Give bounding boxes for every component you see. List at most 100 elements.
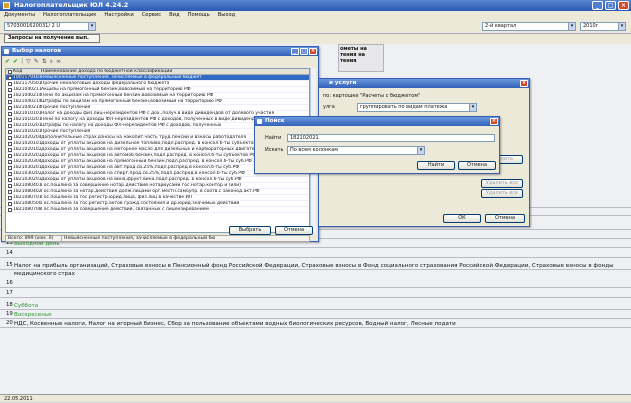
maximize-icon[interactable]: □ [605,1,616,10]
tax-name: Гос.пошлина за нотар.действия долж.лицам… [41,189,260,194]
maximize-icon[interactable]: □ [300,48,308,55]
row-number: 16 [6,280,13,286]
remove-all-button-2[interactable]: Удалить все [481,189,523,198]
row-checkbox[interactable] [6,189,13,194]
menu-help[interactable]: Помощь [188,11,210,20]
minimize-icon[interactable]: _ [592,1,603,10]
grouping-select[interactable]: группировать по видам платежа ▾ [357,103,477,112]
row-checkbox[interactable] [6,171,13,176]
row-checkbox[interactable] [6,99,13,104]
row-checkbox[interactable] [6,117,13,122]
row-checkbox[interactable] [6,105,13,110]
close-icon[interactable]: × [490,118,498,125]
menu-settings[interactable]: Настройки [104,11,133,20]
row-checkbox[interactable] [6,123,13,128]
row-checkbox[interactable] [6,147,13,152]
where-value: По всем колонкам [290,147,339,153]
find-icon[interactable]: ⌕ [50,58,53,66]
row-text[interactable]: Налог на прибыль организаций, Страховые … [14,262,622,278]
chevron-down-icon[interactable]: ▾ [88,23,95,30]
status-bar: 22.05.2011 [0,394,631,402]
dialog-title-bar: Поиск × [255,117,499,126]
tax-code: 18210201010011000110 [13,141,41,146]
window-icon [4,49,9,54]
dialog-title-bar: Выбор налогов _ □ × [2,47,318,56]
row-checkbox[interactable] [6,159,13,164]
row-text[interactable]: Суббота [14,302,622,310]
row-checkbox[interactable] [6,183,13,188]
filter-edit-icon[interactable]: ✎ [34,58,39,66]
row-checkbox[interactable] [6,177,13,182]
total-count: Всего: 899 (изм. 0) [6,236,62,241]
find-button[interactable]: Найти [417,161,455,170]
row-checkbox[interactable] [6,141,13,146]
close-icon[interactable]: × [309,48,317,55]
quarter-select[interactable]: 2-й квартал ▾ [482,22,576,31]
chevron-down-icon[interactable]: ▾ [568,23,575,30]
chevron-down-icon[interactable]: ▾ [469,104,476,111]
menu-exit[interactable]: Выход [218,11,236,20]
row-checkbox[interactable] [6,165,13,170]
menu-view[interactable]: Вид [169,11,180,20]
row-checkbox[interactable] [6,75,13,80]
year-select[interactable]: 2010г ▾ [580,22,626,31]
ok-button[interactable]: ОК [443,214,481,223]
col-code-header[interactable]: Код дохода [13,69,41,80]
sort-icon[interactable]: ⇅ [42,58,47,66]
dialog-title: Поиск [265,118,285,124]
row-checkbox[interactable] [6,135,13,140]
tax-cancel-button[interactable]: Отмена [275,226,313,235]
find-input[interactable]: 182102021 [287,134,495,142]
menu-documents[interactable]: Документы [4,11,35,20]
taxpayer-select[interactable]: 5703001620031/ 2 U ▾ [4,22,96,31]
tax-name: Налог на доходы физ.лиц-нерезидентов РФ … [41,111,275,116]
menu-service[interactable]: Сервис [142,11,161,20]
row-checkbox[interactable] [6,111,13,116]
row-number: 19 [6,311,13,317]
tax-code: 18210804010011000110 [13,183,41,188]
row-checkbox[interactable] [6,201,13,206]
row-text[interactable]: НДС, Косвенные налоги, Налог на игорный … [14,320,622,328]
chevron-down-icon[interactable]: ▾ [618,23,625,30]
close-icon[interactable]: × [520,80,528,87]
minimize-icon[interactable]: _ [291,48,299,55]
remove-all-button[interactable]: Удалить все [481,179,523,188]
tax-code: 18210203040011000110 [13,159,41,164]
row-checkbox[interactable] [6,81,13,86]
tax-name: Гос.пошлина за гос.регистр.актов гражд.с… [41,201,240,206]
tax-name: Прочие поступления [41,129,91,134]
menu-taxpayer[interactable]: Налогоплательщик [43,11,96,20]
row-checkbox[interactable] [6,195,13,200]
row-text[interactable]: Воскресенье [14,311,622,319]
settings-cancel-button[interactable]: Отмена [485,214,525,223]
tax-name: Гос.пошлина за гос.регистр.юрид.лица, фи… [41,195,193,200]
where-select[interactable]: По всем колонкам ▾ [287,146,425,155]
row-checkbox[interactable] [6,129,13,134]
chevron-down-icon[interactable]: ▾ [417,147,424,154]
col-name-header[interactable]: Наименование дохода по бюджетной классиф… [41,69,172,74]
binoculars-icon[interactable]: ∞ [56,58,61,66]
tax-code: 18210402140014000110 [13,105,41,110]
row-checkbox[interactable] [6,93,13,98]
row-checkbox[interactable] [6,87,13,92]
filter-icon[interactable]: ▽ [26,58,31,66]
grouping-label: улга [323,104,335,110]
row-checkbox[interactable] [6,207,13,212]
grid-line [0,287,631,288]
column-header-fragment: ометы на тения на тения [338,44,384,72]
header-line: тения [340,58,357,64]
close-icon[interactable]: × [618,1,629,10]
tax-name: Доходы от уплаты акцизов на прямогонный … [41,159,252,164]
select-button[interactable]: Выбрать [229,226,271,235]
check-icon[interactable]: ✔ [5,58,10,66]
row-checkbox[interactable] [6,153,13,158]
search-cancel-button[interactable]: Отмена [458,161,496,170]
tax-name: Гос.пошлина за совершение нотар.действий… [41,183,241,188]
selected-name: Невыясненные поступления, зачисляемые в … [64,236,216,241]
grouping-value: группировать по видам платежа [360,104,448,110]
header-checkbox[interactable] [6,69,13,74]
check-all-icon[interactable]: ✔ [13,58,18,66]
request-extract-button[interactable]: Запросы на получение вып. [4,34,100,43]
menu-bar: Документы Налогоплательщик Настройки Сер… [0,11,631,20]
tax-list-row[interactable]: 18210807081011000110Гос.пошлина за совер… [6,207,309,213]
